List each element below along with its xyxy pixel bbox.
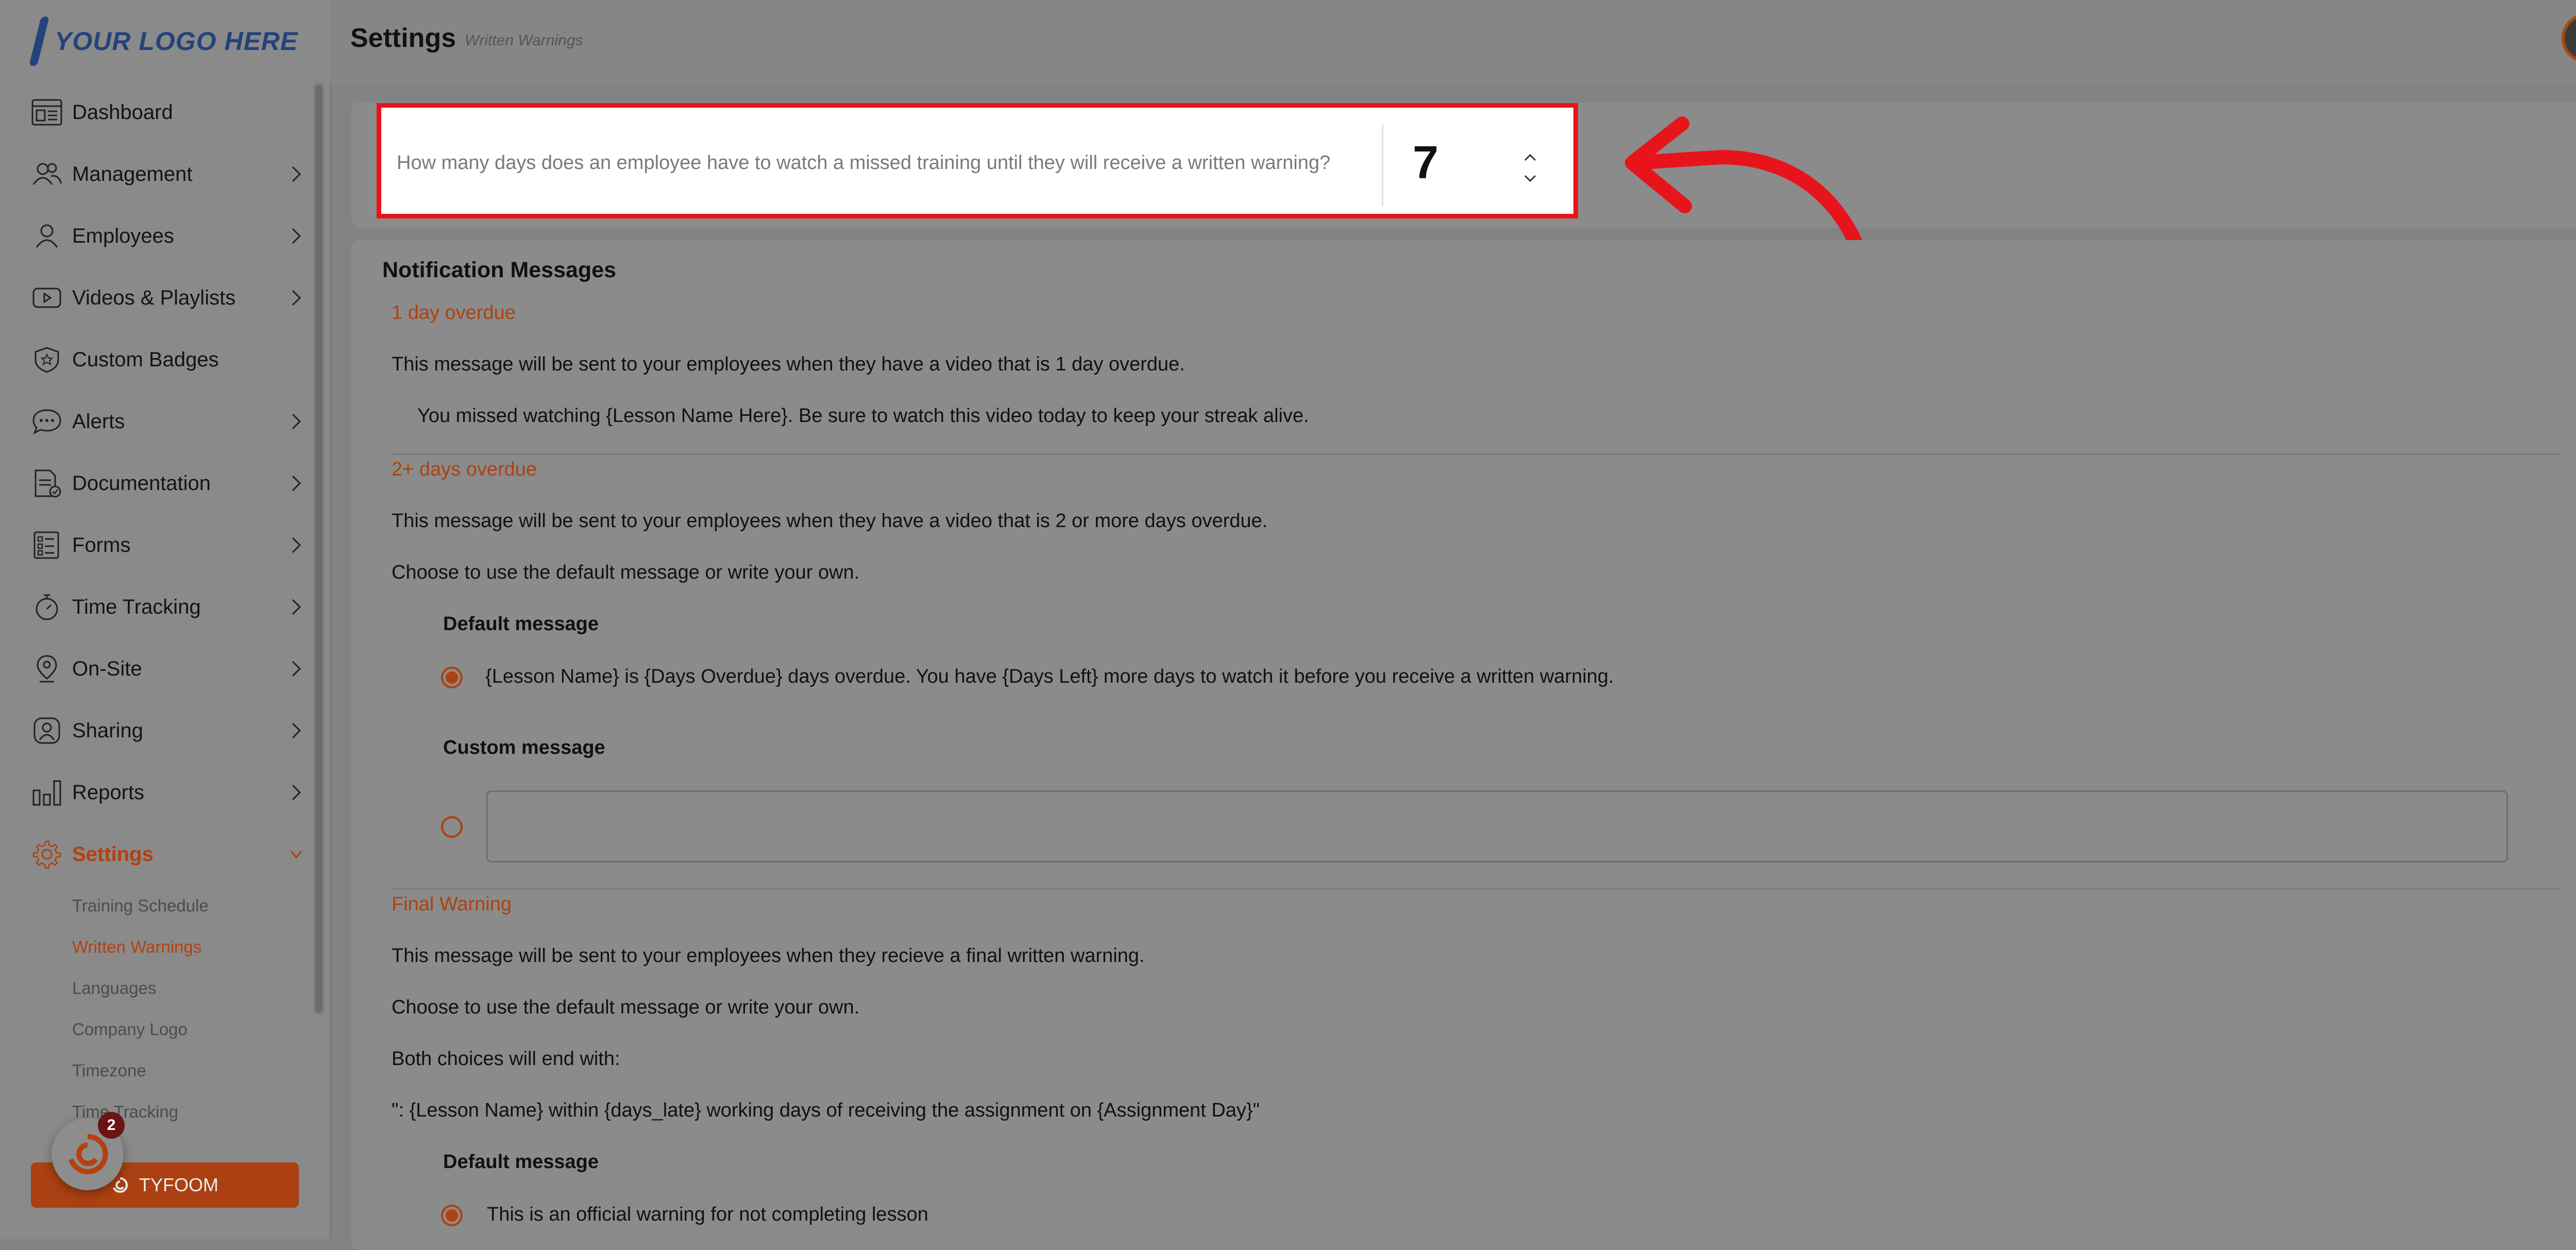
- sidebar-item-label: Custom Badges: [72, 348, 219, 371]
- chevron-right-icon: [292, 413, 301, 430]
- number-stepper-icon[interactable]: [1520, 148, 1540, 189]
- sidebar-item-label: Documentation: [72, 471, 211, 495]
- sidebar: YOUR LOGO HERE Dashboard Management Empl…: [0, 0, 331, 1239]
- notification-messages-card: [351, 240, 2576, 1250]
- badge-icon: [31, 344, 63, 376]
- two-plus-custom-radio[interactable]: [441, 816, 463, 838]
- bar-chart-icon: [31, 776, 63, 808]
- sidebar-item-label: Employees: [72, 224, 174, 247]
- notification-count-badge: 2: [98, 1112, 125, 1139]
- sidebar-item-documentation[interactable]: Documentation: [0, 452, 319, 514]
- one-day-message: You missed watching {Lesson Name Here}. …: [417, 405, 1309, 427]
- video-icon: [31, 282, 63, 314]
- sidebar-item-on-site[interactable]: On-Site: [0, 638, 319, 700]
- sidebar-item-custom-badges[interactable]: Custom Badges: [0, 329, 319, 391]
- logo-mark-icon: [29, 16, 49, 66]
- sidebar-nav: Dashboard Management Employees Videos & …: [0, 81, 319, 1133]
- document-icon: [31, 467, 63, 499]
- section-divider: [392, 888, 2561, 890]
- sidebar-item-label: Management: [72, 162, 193, 185]
- chevron-right-icon: [292, 599, 301, 615]
- sidebar-item-label: Videos & Playlists: [72, 286, 236, 309]
- sidebar-item-label: Sharing: [72, 719, 143, 742]
- field-divider: [1382, 124, 1383, 207]
- gear-icon: [31, 838, 63, 870]
- chevron-right-icon: [292, 290, 301, 306]
- final-warning-suffix: ": {Lesson Name} within {days_late} work…: [392, 1100, 1260, 1121]
- submenu-item-training-schedule[interactable]: Training Schedule: [72, 885, 319, 926]
- avatar[interactable]: [2562, 13, 2576, 63]
- chevron-down-icon: [290, 851, 302, 859]
- sidebar-item-label: Alerts: [72, 410, 125, 433]
- dashboard-icon: [31, 96, 63, 128]
- chevron-right-icon: [292, 475, 301, 492]
- sidebar-item-label: Time Tracking: [72, 595, 201, 618]
- users-icon: [31, 158, 63, 190]
- chat-icon: [31, 406, 63, 437]
- logo-text: YOUR LOGO HERE: [55, 27, 298, 56]
- sidebar-item-employees[interactable]: Employees: [0, 205, 319, 267]
- notification-messages-title: Notification Messages: [382, 258, 616, 282]
- sidebar-scrollbar-thumb[interactable]: [315, 85, 323, 1012]
- final-warning-default-radio[interactable]: [441, 1205, 463, 1226]
- submenu-item-written-warnings[interactable]: Written Warnings: [72, 926, 319, 968]
- two-plus-default-text: {Lesson Name} is {Days Overdue} days ove…: [485, 666, 1614, 687]
- sidebar-item-time-tracking[interactable]: Time Tracking: [0, 576, 319, 638]
- chevron-right-icon: [292, 661, 301, 677]
- warning-days-field: How many days does an employee have to w…: [377, 103, 1578, 218]
- location-pin-icon: [31, 653, 63, 685]
- final-warning-default-label: Default message: [443, 1151, 599, 1173]
- person-icon: [31, 220, 63, 252]
- chevron-right-icon: [292, 166, 301, 182]
- sidebar-item-label: Settings: [72, 842, 154, 866]
- two-plus-default-label: Default message: [443, 613, 599, 635]
- sidebar-item-label: On-Site: [72, 657, 142, 680]
- share-icon: [31, 715, 63, 747]
- two-plus-custom-label: Custom message: [443, 737, 605, 758]
- sidebar-item-forms[interactable]: Forms: [0, 514, 319, 576]
- section-divider: [392, 453, 2561, 455]
- sidebar-item-videos-playlists[interactable]: Videos & Playlists: [0, 267, 319, 329]
- sidebar-item-management[interactable]: Management: [0, 143, 319, 205]
- warning-days-question: How many days does an employee have to w…: [397, 152, 1331, 174]
- sidebar-item-dashboard[interactable]: Dashboard: [0, 81, 319, 143]
- company-logo[interactable]: YOUR LOGO HERE: [29, 15, 298, 67]
- sidebar-item-sharing[interactable]: Sharing: [0, 700, 319, 762]
- submenu-item-timezone[interactable]: Timezone: [72, 1050, 319, 1091]
- final-warning-choose: Choose to use the default message or wri…: [392, 996, 860, 1018]
- tyfoom-label: TYFOOM: [139, 1174, 218, 1195]
- final-warning-both-end: Both choices will end with:: [392, 1048, 620, 1070]
- sidebar-item-label: Dashboard: [72, 100, 173, 124]
- chevron-right-icon: [292, 784, 301, 801]
- two-plus-description: This message will be sent to your employ…: [392, 510, 1268, 532]
- final-warning-description: This message will be sent to your employ…: [392, 945, 1145, 967]
- sidebar-item-reports[interactable]: Reports: [0, 762, 319, 823]
- submenu-item-languages[interactable]: Languages: [72, 968, 319, 1009]
- form-icon: [31, 529, 63, 561]
- sidebar-item-label: Forms: [72, 533, 131, 556]
- sidebar-item-settings[interactable]: Settings: [0, 823, 319, 885]
- final-warning-default-text: This is an official warning for not comp…: [487, 1204, 928, 1225]
- warning-days-input[interactable]: 7: [1413, 137, 1438, 190]
- top-header: Settings Written Warnings: [330, 0, 2576, 82]
- two-plus-custom-message-input[interactable]: [486, 790, 2508, 863]
- breadcrumb: Written Warnings: [465, 32, 583, 49]
- two-plus-choose: Choose to use the default message or wri…: [392, 562, 860, 583]
- chevron-right-icon: [292, 722, 301, 739]
- chevron-right-icon: [292, 537, 301, 553]
- sidebar-item-label: Reports: [72, 781, 145, 804]
- final-warning-heading: Final Warning: [392, 893, 512, 915]
- one-day-heading: 1 day overdue: [392, 302, 516, 324]
- one-day-description: This message will be sent to your employ…: [392, 353, 1185, 375]
- stopwatch-icon: [31, 591, 63, 623]
- submenu-item-company-logo[interactable]: Company Logo: [72, 1009, 319, 1050]
- chevron-right-icon: [292, 228, 301, 244]
- page-title: Settings: [350, 23, 456, 53]
- two-plus-default-radio[interactable]: [441, 667, 463, 688]
- two-plus-heading: 2+ days overdue: [392, 459, 537, 480]
- settings-submenu: Training Schedule Written Warnings Langu…: [0, 885, 319, 1133]
- tyfoom-logo-icon: [113, 1177, 128, 1193]
- sidebar-item-alerts[interactable]: Alerts: [0, 391, 319, 452]
